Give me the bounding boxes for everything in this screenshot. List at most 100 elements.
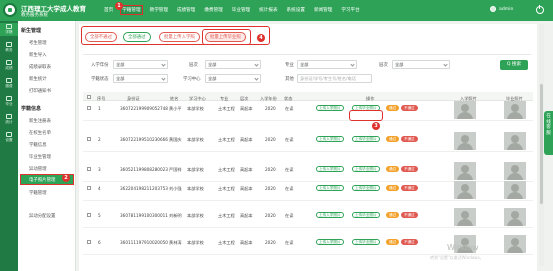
side-item-change-assign[interactable]: 异动分配设置 [29,213,55,219]
center-label: 学习中心 [183,77,201,82]
user-menu[interactable]: admin [490,6,513,12]
side-item-admission[interactable]: 成绩录取表 [29,64,51,70]
pass-button[interactable]: 通过 [386,166,400,172]
step-badge-4: 4 [257,34,265,42]
entry-photo-placeholder [454,101,476,119]
major-select[interactable]: 全部 [297,60,357,69]
rail-item-grades[interactable]: 成绩 [0,59,18,72]
upload-grad-photo-button[interactable]: 上传毕业照片 [352,136,380,142]
fail-button[interactable]: 不通过 [401,185,418,191]
fail-button[interactable]: 不通过 [401,105,418,111]
row-name: 严国祥 [169,167,182,172]
row-name: 黄小平 [169,106,182,111]
side-item-records[interactable]: 学籍管理 [29,190,47,196]
upload-entry-photo-button[interactable]: 上传入学照片 [316,185,344,191]
upload-entry-photo-button[interactable]: 上传入学照片 [316,212,344,218]
pass-button[interactable]: 通过 [386,185,400,191]
pass-all-button[interactable]: 全部通过 [123,32,151,42]
upload-entry-photo-button[interactable]: 上传入学照片 [316,239,344,245]
nav-grades[interactable]: 成绩管理 [176,6,196,14]
center-select[interactable]: 全部 [205,74,261,83]
side-item-registration[interactable]: 新生注册表 [29,118,51,124]
row-major: 土木工程 [218,137,235,142]
row-status: 在读 [285,240,294,245]
side-nav: 新生管理 考生管理 新生导入 成绩录取表 新生统计 打印通知书 学籍信息 新生注… [18,21,76,271]
online-service-tab[interactable]: 在线客服 [544,111,553,155]
batch-select[interactable]: 全部 [392,60,450,69]
rail-item-fees[interactable]: 缴费 [0,77,18,90]
upload-entry-photo-button[interactable]: 上传入学照片 [316,166,344,172]
row-id: 360111197910020050 [120,240,168,245]
gear-icon [6,132,12,137]
nav-fees[interactable]: 缴费管理 [203,6,223,14]
fail-all-button[interactable]: 全部不通过 [85,32,117,42]
row-major: 土木工程 [218,106,235,111]
upload-grad-photo-button[interactable]: 上传毕业照片 [352,212,380,218]
pass-button[interactable]: 通过 [386,136,400,142]
select-all-checkbox[interactable] [87,95,91,99]
row-checkbox[interactable] [87,213,91,217]
username: admin [499,6,514,12]
upload-grad-photo-button[interactable]: 上传毕业照片 [352,166,380,172]
row-center: 本部学校 [187,137,204,142]
side-item-changes[interactable]: 异动管理 [29,166,47,172]
batch-upload-grad-button[interactable]: 批量上传毕业照 [205,32,246,42]
side-item-import[interactable]: 新生导入 [29,52,47,58]
batch-upload-entry-button[interactable]: 批量上传入学照 [159,32,200,42]
row-id: 360722199510230666 [120,137,168,142]
side-item-print[interactable]: 打印通知书 [29,88,51,94]
nav-teaching[interactable]: 教学管理 [149,6,169,14]
nav-student-records[interactable]: 学籍管理 [120,5,143,15]
row-id: 360781199100300011 [120,213,168,218]
nav-home[interactable]: 首页 [103,6,114,14]
nav-news[interactable]: 新闻管理 [313,6,333,14]
keyword-input[interactable]: 身份证/学号/考生号/姓名/电话 [297,74,372,83]
pass-button[interactable]: 通过 [386,239,400,245]
upload-entry-photo-button[interactable]: 上传入学照片 [316,105,344,111]
nav-settings[interactable]: 系统设置 [286,6,306,14]
upload-entry-photo-button[interactable]: 上传入学照片 [316,136,344,142]
search-button[interactable]: Q 搜索 [500,60,528,70]
row-checkbox[interactable] [87,186,91,190]
nav-learning[interactable]: 学习平台 [340,6,360,14]
step-badge-2: 2 [62,174,70,182]
status-select[interactable]: 全部 [113,74,168,83]
side-item-graduates[interactable]: 毕业生管理 [29,154,51,160]
side-item-stats[interactable]: 新生统计 [29,76,47,82]
row-center: 本部学校 [187,167,204,172]
row-checkbox[interactable] [87,167,91,171]
school-logo [3,3,17,17]
upload-grad-photo-button[interactable]: 上传毕业照片 [352,239,380,245]
row-checkbox[interactable] [87,137,91,141]
fail-button[interactable]: 不通过 [401,212,418,218]
windows-watermark-sub: 转到"设置"以激活Windows。 [430,255,484,260]
upload-grad-photo-button[interactable]: 上传毕业照片 [352,185,380,191]
side-item-info[interactable]: 学籍信息 [29,142,47,148]
fail-button[interactable]: 不通过 [401,136,418,142]
side-item-examinees[interactable]: 考生管理 [29,40,47,46]
rail-item-settings[interactable]: 设置 [0,131,18,144]
nav-graduation[interactable]: 毕业管理 [231,6,251,14]
rail-item-records[interactable]: 学籍 [0,23,18,36]
nav-reports[interactable]: 统计报表 [258,6,278,14]
rail-item-stats[interactable]: 统计 [0,113,18,126]
pass-button[interactable]: 通过 [386,212,400,218]
row-no: 6 [98,240,101,245]
scroll-thumb[interactable] [540,84,543,204]
entry-year-select[interactable]: 全部 [113,60,168,69]
app-subtitle: 教务服务系统 [21,13,48,18]
row-major: 土木工程 [218,213,235,218]
logout-icon[interactable] [536,5,544,14]
side-item-enrolled[interactable]: 在校生名单 [29,130,51,136]
row-checkbox[interactable] [87,106,91,110]
grad-photo-placeholder [504,101,526,119]
step-badge-3: 3 [372,122,380,130]
level-select[interactable]: 全部 [205,60,261,69]
row-year: 2020 [265,137,276,142]
pass-button[interactable]: 通过 [386,105,400,111]
row-checkbox[interactable] [87,240,91,244]
fail-button[interactable]: 不通过 [401,166,418,172]
fail-button[interactable]: 不通过 [401,239,418,245]
rail-item-teaching[interactable]: 教务 [0,41,18,54]
rail-item-graduation[interactable]: 毕业 [0,95,18,108]
